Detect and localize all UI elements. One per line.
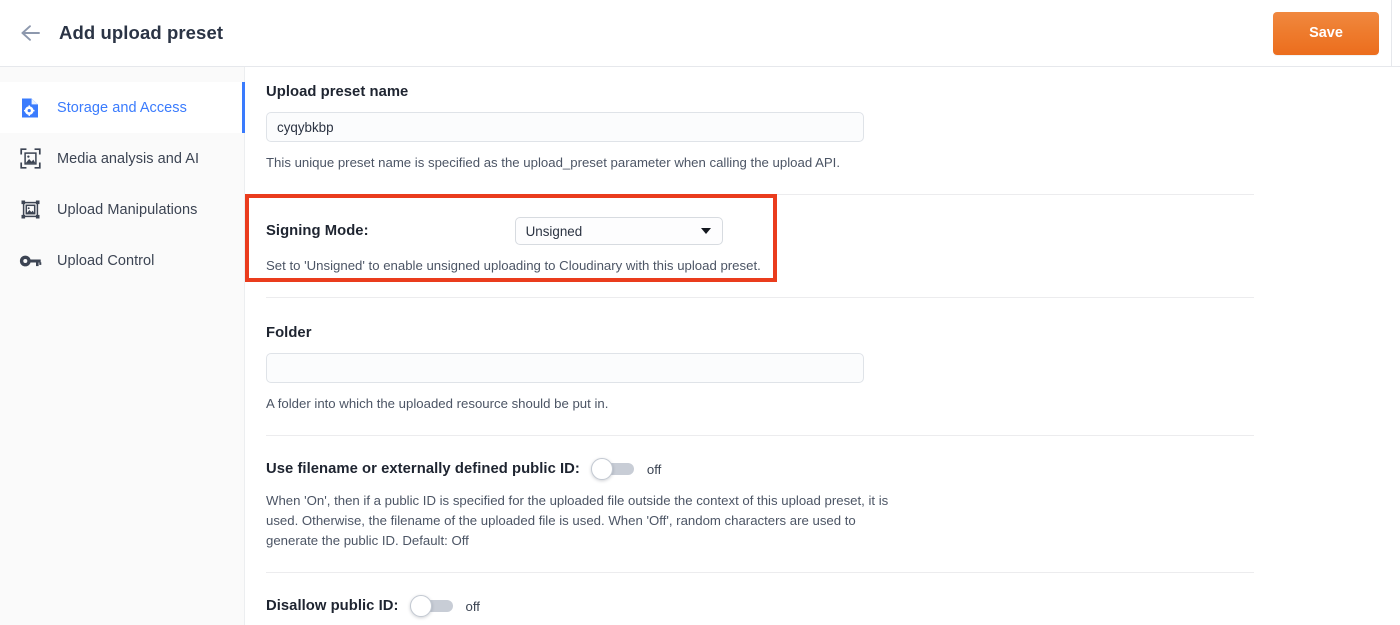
upload-preset-name-input[interactable] — [266, 112, 864, 142]
field-disallow-public-id: Disallow public ID: off Only relevant wh… — [266, 595, 1400, 625]
toggle-knob — [409, 595, 432, 617]
file-settings-icon — [17, 95, 43, 121]
sidebar-item-upload-manipulations[interactable]: Upload Manipulations — [0, 184, 244, 235]
field-use-filename: Use filename or externally defined publi… — [266, 458, 1400, 551]
sidebar-item-label: Storage and Access — [57, 99, 187, 116]
page-header: Add upload preset Save — [0, 0, 1400, 67]
arrow-left-icon — [19, 23, 43, 43]
signing-mode-select-wrap: Unsigned — [514, 217, 723, 245]
sidebar-item-storage-and-access[interactable]: Storage and Access — [0, 82, 245, 133]
disallow-public-id-toggle[interactable] — [409, 595, 454, 617]
page-body: Storage and Access Media analysis and AI… — [0, 67, 1400, 625]
disallow-public-id-label: Disallow public ID: — [266, 598, 399, 614]
header-right-divider — [1391, 0, 1392, 67]
use-filename-state: off — [646, 461, 662, 477]
upload-preset-name-hint: This unique preset name is specified as … — [266, 155, 841, 170]
sidebar-item-label: Media analysis and AI — [57, 150, 200, 167]
sidebar-item-upload-control[interactable]: Upload Control — [0, 235, 244, 286]
sidebar: Storage and Access Media analysis and AI… — [0, 67, 245, 625]
signing-mode-hint: Set to 'Unsigned' to enable unsigned upl… — [266, 258, 761, 273]
folder-input[interactable] — [266, 353, 864, 383]
page-title: Add upload preset — [59, 22, 224, 43]
use-filename-label: Use filename or externally defined publi… — [266, 461, 580, 477]
use-filename-hint: When 'On', then if a public ID is specif… — [266, 493, 889, 548]
field-signing-mode: Signing Mode: Unsigned Set to 'Unsigned'… — [266, 217, 1400, 276]
folder-hint: A folder into which the uploaded resourc… — [266, 396, 609, 411]
field-upload-preset-name: Upload preset name This unique preset na… — [266, 84, 1400, 173]
signing-mode-select[interactable]: Unsigned — [514, 217, 723, 245]
sidebar-item-label: Upload Manipulations — [57, 201, 198, 218]
sidebar-item-media-analysis-and-ai[interactable]: Media analysis and AI — [0, 133, 244, 184]
settings-panel: Upload preset name This unique preset na… — [245, 67, 1400, 625]
toggle-knob — [590, 458, 613, 480]
app-root: Add upload preset Save Storage and Acces… — [0, 0, 1400, 625]
key-icon — [17, 248, 43, 274]
sidebar-item-label: Upload Control — [57, 252, 155, 269]
disallow-public-id-state: off — [465, 598, 480, 614]
use-filename-toggle[interactable] — [590, 458, 635, 480]
field-folder: Folder A folder into which the uploaded … — [266, 325, 1400, 414]
image-frame-icon — [17, 146, 43, 172]
back-button[interactable] — [14, 16, 48, 50]
crop-image-icon — [17, 197, 43, 223]
save-button[interactable]: Save — [1273, 11, 1379, 55]
upload-preset-name-label: Upload preset name — [266, 84, 409, 100]
signing-mode-label: Signing Mode: — [266, 223, 369, 239]
header-actions: Save — [1273, 0, 1400, 66]
folder-label: Folder — [266, 325, 312, 341]
